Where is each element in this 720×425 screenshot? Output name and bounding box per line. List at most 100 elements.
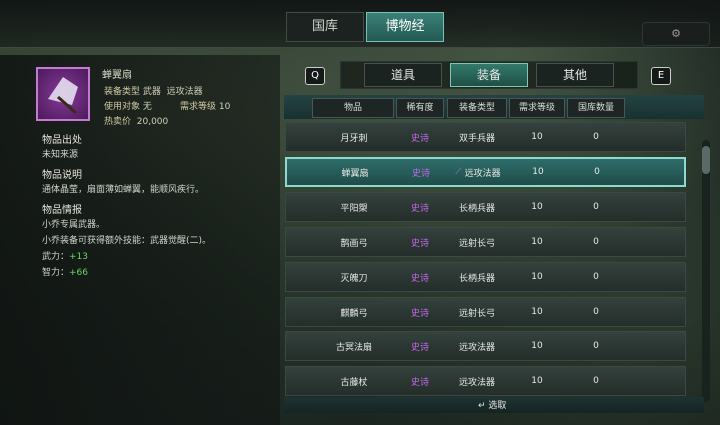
- cell-qty: 0: [568, 332, 624, 360]
- table-row[interactable]: 鹊画弓 史诗 远射长弓 10 0: [285, 227, 686, 257]
- price-label: 热卖价: [104, 117, 132, 127]
- type-value-2: 远攻法器: [166, 87, 203, 97]
- cell-text: 古藤杖: [340, 377, 368, 388]
- cell-level: 10: [510, 123, 564, 151]
- table-row[interactable]: 蝉翼扇 史诗 ⟋ 远攻法器 10 0: [285, 157, 686, 187]
- cell-text: 10: [531, 202, 543, 212]
- header-qty[interactable]: 国库数量: [567, 98, 625, 118]
- table-row[interactable]: 灭魄刀 史诗 长柄兵器 10 0: [285, 262, 686, 292]
- cell-rarity: 史诗: [397, 298, 443, 326]
- price-value: 20,000: [136, 117, 169, 127]
- cell-type: 远攻法器: [448, 367, 506, 395]
- cell-text: 远攻法器: [458, 377, 495, 388]
- stat1-label: 武力：: [42, 252, 70, 262]
- cell-rarity: 史诗: [397, 123, 443, 151]
- cell-level: 10: [510, 332, 564, 360]
- item-icon: [36, 67, 90, 121]
- cell-text: 双手兵器: [458, 133, 495, 144]
- cell-type: 远射长弓: [448, 298, 506, 326]
- info-title: 物品情报: [42, 205, 82, 216]
- table-row[interactable]: 古藤杖 史诗 远攻法器 10 0: [285, 366, 686, 396]
- confirm-label: 选取: [488, 401, 507, 411]
- menu-button[interactable]: ⚙: [642, 22, 710, 46]
- cell-name: 蝉翼扇: [315, 159, 395, 185]
- cell-text: 灭魄刀: [340, 273, 368, 284]
- cell-text: 史诗: [410, 342, 429, 353]
- header-type[interactable]: 装备类型: [447, 98, 507, 118]
- cell-type: 长柄兵器: [448, 193, 506, 221]
- cell-name: 鹊画弓: [314, 228, 394, 256]
- confirm-hint[interactable]: ↵ 选取: [478, 398, 506, 411]
- header-rarity[interactable]: 稀有度: [396, 98, 444, 118]
- prev-key[interactable]: Q: [305, 67, 325, 85]
- table-row[interactable]: 平阳槊 史诗 长柄兵器 10 0: [285, 192, 686, 222]
- cell-text: 10: [531, 376, 543, 386]
- cell-name: 平阳槊: [314, 193, 394, 221]
- cell-qty: 0: [568, 123, 624, 151]
- header-item[interactable]: 物品: [312, 98, 394, 118]
- cell-level: 10: [511, 159, 565, 185]
- cell-text: 长柄兵器: [458, 273, 495, 284]
- cell-qty: 0: [568, 228, 624, 256]
- cell-text: 史诗: [410, 377, 429, 388]
- fan-icon: [48, 77, 78, 115]
- info-line: 小乔装备可获得额外技能：武器觉醒(二)。: [42, 236, 212, 246]
- user-label: 使用对象: [104, 102, 141, 112]
- cell-rarity: 史诗: [398, 159, 444, 185]
- cell-name: 麒麟弓: [314, 298, 394, 326]
- cell-text: 10: [531, 237, 543, 247]
- next-key[interactable]: E: [651, 67, 671, 85]
- cell-rarity: 史诗: [397, 228, 443, 256]
- cell-level: 10: [510, 228, 564, 256]
- cell-text: 古冥法扇: [335, 342, 372, 353]
- user-value: 无: [142, 102, 152, 112]
- table-row[interactable]: 古冥法扇 史诗 远攻法器 10 0: [285, 331, 686, 361]
- cell-name: 古藤杖: [314, 367, 394, 395]
- cell-rarity: 史诗: [397, 332, 443, 360]
- cell-level: 10: [510, 298, 564, 326]
- cell-text: 0: [593, 272, 599, 282]
- cell-type: 远攻法器: [448, 332, 506, 360]
- cell-text: 平阳槊: [340, 203, 368, 214]
- tab-guoku[interactable]: 国库: [286, 12, 364, 42]
- cell-rarity: 史诗: [397, 193, 443, 221]
- scroll-thumb[interactable]: [702, 146, 710, 174]
- tab-other[interactable]: 其他: [536, 63, 614, 87]
- cell-text: 月牙刺: [340, 133, 368, 144]
- scrollbar[interactable]: [702, 140, 710, 402]
- type-label: 装备类型: [104, 87, 141, 97]
- cell-text: 鹊画弓: [340, 238, 368, 249]
- cell-text: 10: [531, 272, 543, 282]
- source-title: 物品出处: [42, 135, 82, 146]
- cell-text: 10: [532, 167, 544, 177]
- cell-level: 10: [510, 193, 564, 221]
- table-row[interactable]: 月牙刺 史诗 双手兵器 10 0: [285, 122, 686, 152]
- cell-text: 远攻法器: [458, 342, 495, 353]
- cell-text: 史诗: [410, 238, 429, 249]
- desc-text: 通体晶莹，扇面薄如蝉翼，能顺风疾行。: [42, 185, 205, 195]
- tab-items[interactable]: 道具: [364, 63, 442, 87]
- cell-text: 远射长弓: [458, 308, 495, 319]
- stat1-value: +13: [69, 252, 89, 262]
- cell-name: 灭魄刀: [314, 263, 394, 291]
- table-row[interactable]: 麒麟弓 史诗 远射长弓 10 0: [285, 297, 686, 327]
- cell-text: 10: [531, 341, 543, 351]
- tab-bowujing[interactable]: 博物经: [366, 12, 444, 42]
- cell-qty: 0: [568, 298, 624, 326]
- type-value-1: 武器: [142, 87, 161, 97]
- desc-title: 物品说明: [42, 170, 82, 181]
- wand-icon: ⟋: [455, 167, 462, 177]
- cell-text: 0: [593, 202, 599, 212]
- cell-name: 月牙刺: [314, 123, 394, 151]
- header-level[interactable]: 需求等级: [509, 98, 565, 118]
- stat2-label: 智力：: [42, 268, 70, 278]
- cell-text: 史诗: [411, 168, 430, 179]
- tab-equipment[interactable]: 装备: [450, 63, 528, 87]
- cell-text: 史诗: [410, 273, 429, 284]
- cell-qty: 0: [568, 193, 624, 221]
- cell-text: 长柄兵器: [458, 203, 495, 214]
- cell-text: 0: [593, 132, 599, 142]
- cell-text: 0: [594, 167, 600, 177]
- cell-rarity: 史诗: [397, 263, 443, 291]
- cell-text: 10: [531, 307, 543, 317]
